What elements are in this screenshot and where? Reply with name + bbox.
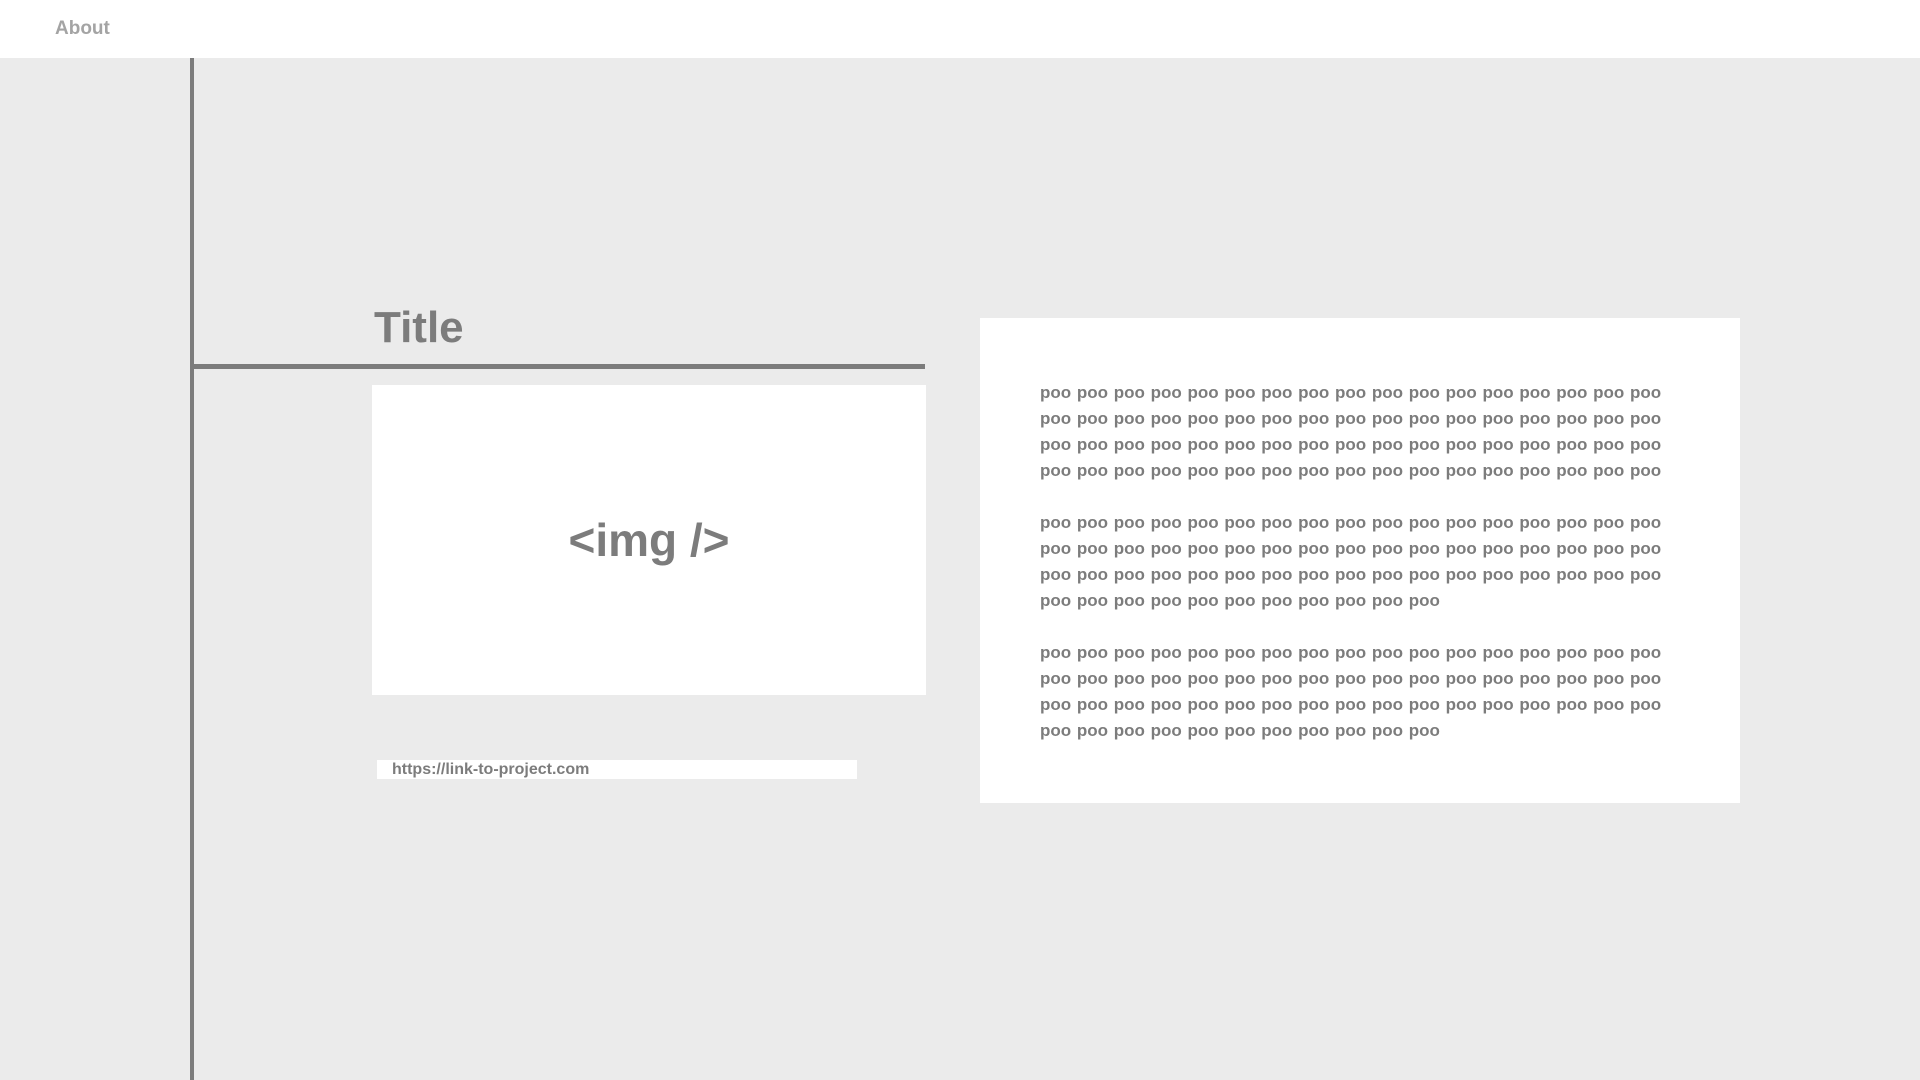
top-nav-bar: About <box>0 0 1920 58</box>
description-paragraph: poo poo poo poo poo poo poo poo poo poo … <box>1040 513 1662 610</box>
timeline-vertical-line <box>190 58 194 1080</box>
project-image: <img /> <box>372 385 926 695</box>
project-link[interactable]: https://link-to-project.com <box>392 760 589 779</box>
nav-link-about[interactable]: About <box>55 18 110 40</box>
image-placeholder-text: <img /> <box>568 514 730 566</box>
description-paragraph: poo poo poo poo poo poo poo poo poo poo … <box>1040 643 1662 740</box>
project-title: Title <box>374 303 464 352</box>
description-paragraph: poo poo poo poo poo poo poo poo poo poo … <box>1040 383 1662 480</box>
project-link-container: https://link-to-project.com <box>377 760 857 779</box>
project-description-card: poo poo poo poo poo poo poo poo poo poo … <box>980 318 1740 803</box>
title-underline <box>190 364 925 369</box>
